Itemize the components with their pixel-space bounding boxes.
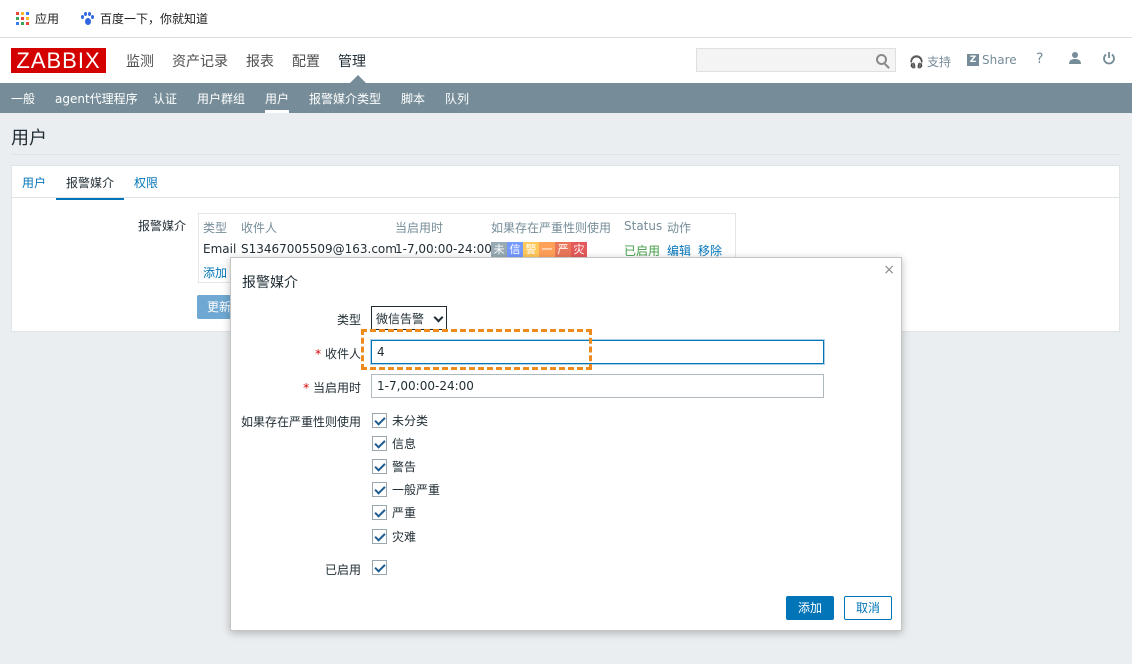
search-input[interactable] <box>696 48 896 72</box>
severity-average[interactable]: 一般严重 <box>372 481 440 498</box>
severity-badge: 信 <box>507 242 523 257</box>
checkbox-checked-icon[interactable] <box>372 560 387 575</box>
subnav-general[interactable]: 一般 <box>11 90 35 107</box>
checkbox-checked-icon[interactable] <box>372 482 387 497</box>
checkbox-checked-icon[interactable] <box>372 459 387 474</box>
subnav-media-types[interactable]: 报警媒介类型 <box>309 90 381 107</box>
severity-option-label: 警告 <box>392 460 417 474</box>
sub-nav: 一般 agent代理程序 认证 用户群组 用户 报警媒介类型 脚本 队列 <box>0 83 1132 113</box>
severity-badge: 一 <box>539 242 555 257</box>
zabbix-logo[interactable]: ZABBIX <box>11 48 106 73</box>
headset-icon: 🎧 <box>909 54 924 69</box>
col-when: 当启用时 <box>395 221 444 235</box>
form-tabs: 用户 报警媒介 权限 <box>12 166 1119 200</box>
checkbox-checked-icon[interactable] <box>372 413 387 428</box>
col-recipient: 收件人 <box>241 221 278 235</box>
recipient-highlight-box <box>361 329 592 370</box>
cancel-button[interactable]: 取消 <box>844 596 892 620</box>
recipient-label: 收件人 <box>231 345 361 362</box>
severity-badge: 灾 <box>571 242 587 257</box>
chevron-down-icon <box>433 312 444 323</box>
nav-administration[interactable]: 管理 <box>338 51 366 71</box>
close-icon[interactable]: × <box>883 262 895 278</box>
add-button[interactable]: 添加 <box>786 596 834 620</box>
bookmark-apps[interactable]: 应用 <box>16 10 59 27</box>
severity-information[interactable]: 信息 <box>372 435 416 452</box>
media-add-link[interactable]: 添加 <box>203 264 227 281</box>
bookmarks-bar: 应用 百度一下，你就知道 <box>0 0 1132 38</box>
enabled-toggle[interactable] <box>372 560 387 575</box>
col-severity: 如果存在严重性则使用 <box>491 221 612 235</box>
severity-option-label: 一般严重 <box>392 483 441 497</box>
severity-not-classified[interactable]: 未分类 <box>372 412 428 429</box>
severity-badge: 未 <box>491 242 507 257</box>
severity-disaster[interactable]: 灾难 <box>372 528 416 545</box>
severity-option-label: 灾难 <box>392 530 417 544</box>
severity-option-label: 严重 <box>392 506 417 520</box>
severity-badges: 未 信 警 一 严 灾 <box>491 242 587 257</box>
subnav-proxies[interactable]: agent代理程序 <box>55 90 138 107</box>
col-type: 类型 <box>203 221 228 235</box>
baidu-paw-icon <box>80 11 94 26</box>
subnav-user-groups[interactable]: 用户群组 <box>197 90 245 107</box>
severity-option-label: 未分类 <box>392 414 429 428</box>
share-link[interactable]: Z Share <box>967 53 1017 67</box>
severity-warning[interactable]: 警告 <box>372 458 416 475</box>
checkbox-checked-icon[interactable] <box>372 505 387 520</box>
media-row-recipient: S13467005509@163.com <box>241 242 397 256</box>
enabled-label: 已启用 <box>324 563 361 577</box>
severity-badge: 警 <box>523 242 539 257</box>
nav-configuration[interactable]: 配置 <box>292 51 320 71</box>
user-profile-icon[interactable] <box>1068 51 1082 65</box>
subnav-queue[interactable]: 队列 <box>445 90 469 107</box>
media-row-when: 1-7,00:00-24:00 <box>395 242 492 256</box>
tab-user[interactable]: 用户 <box>22 174 46 191</box>
title-divider <box>11 154 1120 155</box>
type-select[interactable]: 微信告警 <box>371 306 447 330</box>
bookmark-baidu-label: 百度一下，你就知道 <box>100 12 209 26</box>
severity-badge: 严 <box>555 242 571 257</box>
search-icon[interactable] <box>876 54 887 65</box>
checkbox-checked-icon[interactable] <box>372 529 387 544</box>
bookmark-apps-label: 应用 <box>35 12 60 26</box>
tab-permissions[interactable]: 权限 <box>134 174 158 191</box>
when-active-input[interactable]: 1-7,00:00-24:00 <box>371 374 824 398</box>
when-active-value: 1-7,00:00-24:00 <box>377 379 474 393</box>
main-nav: 监测 资产记录 报表 配置 管理 <box>126 51 384 71</box>
subnav-users[interactable]: 用户 <box>265 90 290 113</box>
page-title: 用户 <box>11 128 47 149</box>
support-link[interactable]: 🎧 支持 <box>909 53 951 70</box>
active-nav-caret <box>350 75 366 83</box>
support-label: 支持 <box>926 55 951 69</box>
media-field-label: 报警媒介 <box>138 219 187 233</box>
checkbox-checked-icon[interactable] <box>372 436 387 451</box>
help-icon[interactable]: ? <box>1036 51 1043 67</box>
severity-high[interactable]: 严重 <box>372 504 416 521</box>
nav-monitoring[interactable]: 监测 <box>126 51 154 71</box>
col-action: 动作 <box>667 221 692 235</box>
severity-option-label: 信息 <box>392 437 417 451</box>
nav-reports[interactable]: 报表 <box>246 51 274 71</box>
when-active-label: 当启用时 <box>231 379 361 396</box>
tab-media[interactable]: 报警媒介 <box>56 174 125 200</box>
bookmark-baidu[interactable]: 百度一下，你就知道 <box>80 10 208 27</box>
type-select-value: 微信告警 <box>376 312 425 326</box>
severity-label: 如果存在严重性则使用 <box>240 415 361 429</box>
apps-grid-icon <box>16 12 29 25</box>
subnav-authentication[interactable]: 认证 <box>153 90 177 107</box>
top-header: ZABBIX 监测 资产记录 报表 配置 管理 🎧 支持 Z Share ? <box>0 38 1132 83</box>
nav-inventory[interactable]: 资产记录 <box>172 51 228 71</box>
dialog-title: 报警媒介 <box>242 275 298 291</box>
subnav-scripts[interactable]: 脚本 <box>401 90 425 107</box>
media-row-type: Email <box>203 242 237 256</box>
share-label: Share <box>982 53 1017 67</box>
logout-icon[interactable] <box>1102 51 1116 65</box>
media-dialog: 报警媒介 × 类型 微信告警 收件人 4 当启用时 1-7,00:00-24:0… <box>230 257 902 631</box>
type-label: 类型 <box>336 313 361 327</box>
share-icon: Z <box>967 54 979 66</box>
col-status: Status <box>624 219 663 233</box>
